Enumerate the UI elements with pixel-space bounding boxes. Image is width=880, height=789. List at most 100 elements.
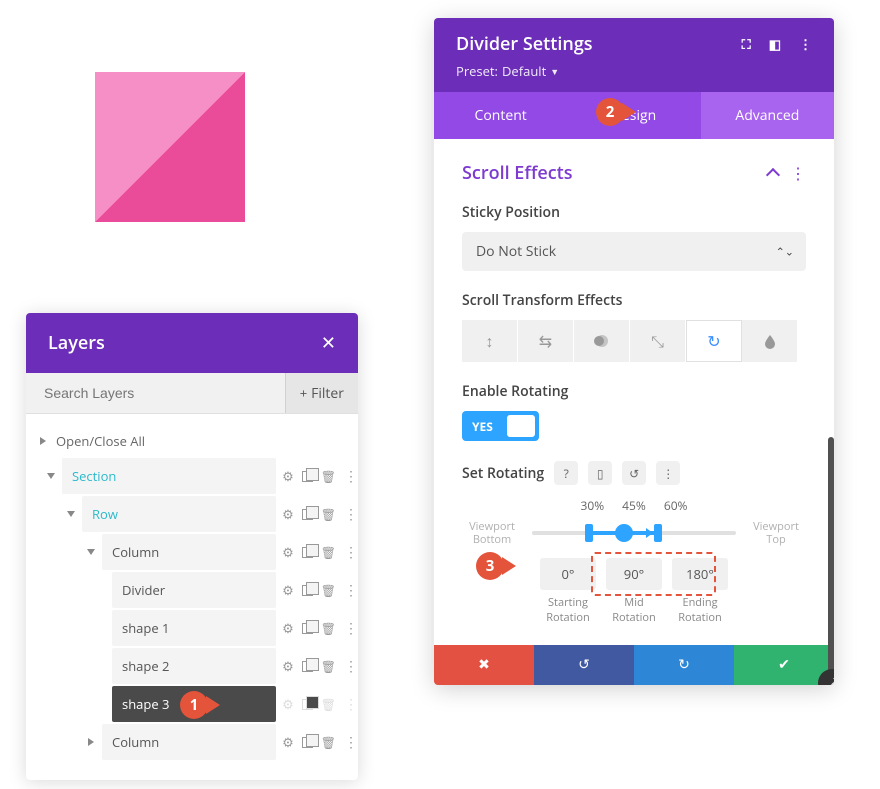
more-icon[interactable]: ⋮ bbox=[799, 35, 812, 53]
layer-row-shape2[interactable]: shape 2 bbox=[26, 648, 358, 684]
blur-icon[interactable] bbox=[742, 320, 798, 362]
section-title: Scroll Effects bbox=[462, 161, 573, 185]
vertical-motion-icon[interactable]: ↕ bbox=[462, 320, 518, 362]
gear-icon[interactable] bbox=[282, 733, 294, 751]
chevron-down-icon bbox=[67, 511, 75, 517]
device-icon[interactable]: ▯ bbox=[588, 461, 612, 485]
layers-body: Open/Close All Section Row bbox=[26, 414, 358, 780]
sticky-select[interactable]: Do Not Stick ⌃⌄ bbox=[462, 232, 806, 271]
rotation-slider[interactable]: Viewport Bottom Viewport Top bbox=[462, 520, 806, 546]
settings-header: Divider Settings ⛶ ◧ ⋮ Preset: Default ▼ bbox=[434, 18, 834, 92]
collapse-icon[interactable] bbox=[766, 168, 780, 182]
enable-toggle[interactable]: YES bbox=[462, 411, 539, 441]
duplicate-icon[interactable] bbox=[302, 623, 313, 634]
viewport-top-label: Viewport Top bbox=[746, 520, 806, 546]
rotation-end-input[interactable]: 180° bbox=[672, 558, 728, 590]
layers-title: Layers bbox=[48, 331, 105, 355]
more-icon[interactable] bbox=[344, 505, 348, 524]
slider-arrow-icon bbox=[646, 528, 653, 538]
layer-row-section[interactable]: Section bbox=[26, 458, 358, 494]
transform-label: Scroll Transform Effects bbox=[462, 291, 806, 310]
gear-icon[interactable] bbox=[282, 581, 294, 599]
gear-icon[interactable] bbox=[282, 467, 294, 485]
trash-icon[interactable] bbox=[321, 581, 336, 599]
more-icon[interactable] bbox=[344, 695, 348, 714]
viewport-bottom-label: Viewport Bottom bbox=[462, 520, 522, 546]
trash-icon[interactable] bbox=[321, 619, 336, 637]
duplicate-icon[interactable] bbox=[302, 547, 313, 558]
tab-content[interactable]: Content bbox=[434, 92, 567, 139]
slider-handle-start[interactable] bbox=[585, 524, 593, 542]
layer-row-shape1[interactable]: shape 1 bbox=[26, 610, 358, 646]
chevron-down-icon bbox=[87, 549, 95, 555]
annotation-marker-2: 2 bbox=[596, 98, 636, 126]
trash-icon[interactable] bbox=[321, 543, 336, 561]
duplicate-icon[interactable] bbox=[302, 585, 313, 596]
scale-icon[interactable]: ⤡ bbox=[630, 320, 686, 362]
duplicate-icon[interactable] bbox=[302, 471, 313, 482]
undo-button[interactable]: ↺ bbox=[534, 645, 634, 685]
settings-footer: ✖ ↺ ↻ ✔ bbox=[434, 645, 834, 685]
rotation-mid-input[interactable]: 90° bbox=[606, 558, 662, 590]
annotation-marker-3: 3 bbox=[476, 552, 516, 580]
transform-icons: ↕ ⇆ ⤡ ↻ bbox=[462, 320, 806, 362]
duplicate-icon[interactable] bbox=[302, 509, 313, 520]
gear-icon[interactable] bbox=[282, 695, 294, 713]
layer-row-column-2[interactable]: Column bbox=[26, 724, 358, 760]
enable-label: Enable Rotating bbox=[462, 382, 806, 401]
more-icon[interactable]: ⋮ bbox=[790, 162, 806, 184]
duplicate-icon[interactable] bbox=[302, 737, 313, 748]
tab-advanced[interactable]: Advanced bbox=[701, 92, 834, 139]
redo-button[interactable]: ↻ bbox=[634, 645, 734, 685]
cancel-button[interactable]: ✖ bbox=[434, 645, 534, 685]
toggle-knob bbox=[507, 415, 535, 437]
gear-icon[interactable] bbox=[282, 543, 294, 561]
more-icon[interactable] bbox=[344, 733, 348, 752]
settings-title: Divider Settings bbox=[456, 32, 593, 56]
chevron-right-icon bbox=[88, 738, 94, 746]
rotation-start-input[interactable]: 0° bbox=[540, 558, 596, 590]
search-input[interactable] bbox=[26, 373, 285, 413]
more-icon[interactable] bbox=[344, 543, 348, 562]
reset-icon[interactable]: ↺ bbox=[622, 461, 646, 485]
expand-icon[interactable]: ⛶ bbox=[742, 35, 751, 53]
gear-icon[interactable] bbox=[282, 657, 294, 675]
help-icon[interactable]: ? bbox=[554, 461, 578, 485]
slider-handle-mid[interactable] bbox=[615, 524, 633, 542]
sticky-label: Sticky Position bbox=[462, 203, 806, 222]
horizontal-motion-icon[interactable]: ⇆ bbox=[518, 320, 574, 362]
layer-row-row[interactable]: Row bbox=[26, 496, 358, 532]
more-icon[interactable]: ⋮ bbox=[656, 461, 680, 485]
set-rotating-label: Set Rotating bbox=[462, 464, 544, 483]
more-icon[interactable] bbox=[344, 619, 348, 638]
caret-down-icon: ▼ bbox=[550, 65, 559, 78]
fade-icon[interactable] bbox=[574, 320, 630, 362]
gear-icon[interactable] bbox=[282, 619, 294, 637]
annotation-marker-1: 1 bbox=[180, 691, 220, 719]
preset-selector[interactable]: Preset: Default ▼ bbox=[456, 62, 812, 80]
select-caret-icon: ⌃⌄ bbox=[776, 244, 794, 259]
rotate-icon[interactable]: ↻ bbox=[686, 320, 742, 362]
snap-icon[interactable]: ◧ bbox=[769, 35, 781, 53]
layer-row-column-1[interactable]: Column bbox=[26, 534, 358, 570]
trash-icon[interactable] bbox=[321, 695, 336, 713]
more-icon[interactable] bbox=[344, 657, 348, 676]
open-close-all[interactable]: Open/Close All bbox=[26, 424, 358, 458]
layers-search-row: + Filter bbox=[26, 373, 358, 414]
scrollbar[interactable] bbox=[828, 437, 834, 685]
trash-icon[interactable] bbox=[321, 505, 336, 523]
slider-handle-end[interactable] bbox=[654, 524, 662, 542]
close-icon[interactable]: ✕ bbox=[321, 331, 336, 355]
duplicate-icon[interactable] bbox=[302, 661, 313, 672]
more-icon[interactable] bbox=[344, 467, 348, 486]
layer-row-divider[interactable]: Divider bbox=[26, 572, 358, 608]
gear-icon[interactable] bbox=[282, 505, 294, 523]
trash-icon[interactable] bbox=[321, 657, 336, 675]
trash-icon[interactable] bbox=[321, 733, 336, 751]
trash-icon[interactable] bbox=[321, 467, 336, 485]
layers-header: Layers ✕ bbox=[26, 313, 358, 373]
more-icon[interactable] bbox=[344, 581, 348, 600]
percent-row: 30% 45% 60% bbox=[462, 497, 806, 514]
filter-button[interactable]: + Filter bbox=[285, 373, 358, 413]
duplicate-icon[interactable] bbox=[302, 699, 313, 710]
